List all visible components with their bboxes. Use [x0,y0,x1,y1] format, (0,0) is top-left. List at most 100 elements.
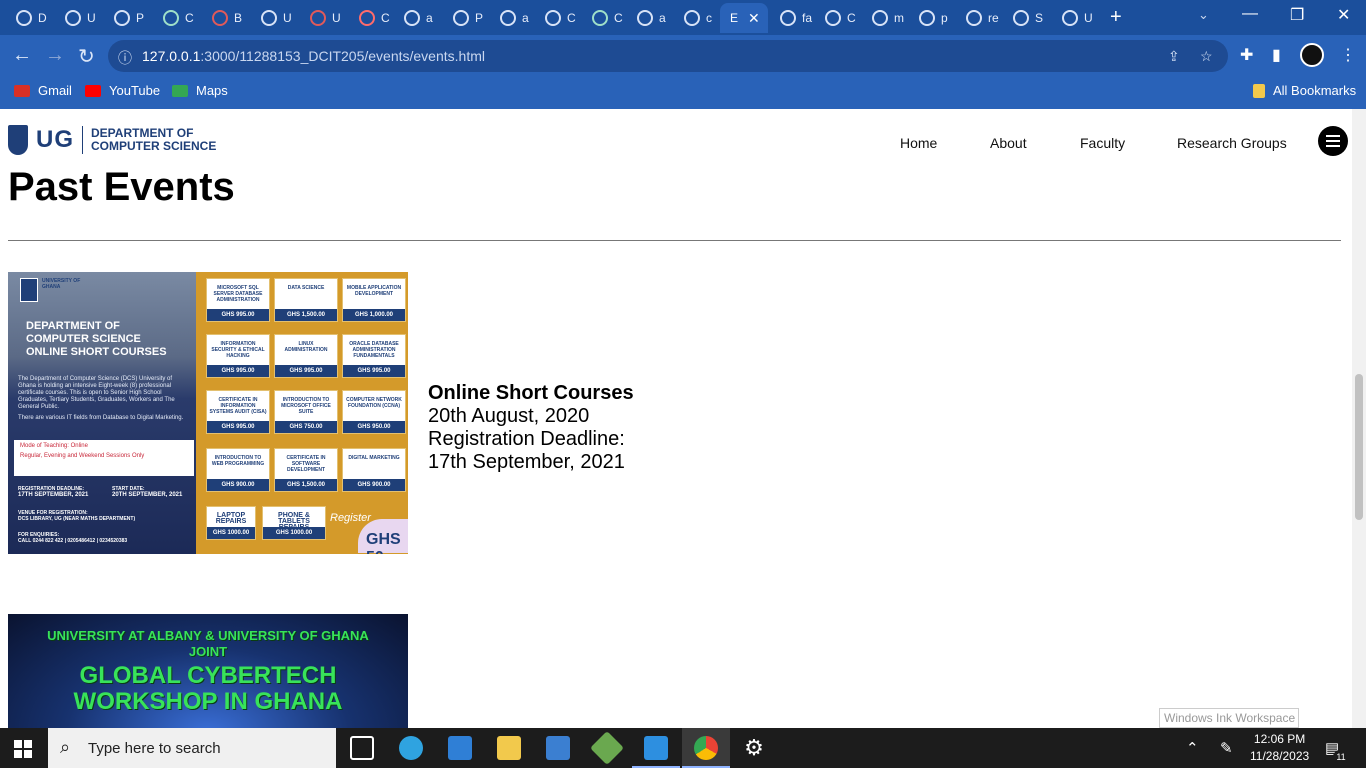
browser-tab[interactable]: U [300,3,345,33]
browser-tab[interactable]: a [394,3,439,33]
browser-tab[interactable]: re [956,3,1001,33]
browser-tab[interactable]: C [582,3,627,33]
browser-tab[interactable]: S [1003,3,1048,33]
tab-search-chevron-icon[interactable]: ⌄ [1198,7,1209,23]
page-viewport: UG DEPARTMENT OF COMPUTER SCIENCE Home A… [0,109,1352,728]
page-scrollbar[interactable] [1352,109,1366,728]
extensions-puzzle-icon[interactable]: ✚ [1240,45,1253,65]
task-view-icon[interactable] [350,736,374,760]
nav-home[interactable]: Home [900,135,937,151]
event-poster-short-courses: UNIVERSITY OF GHANA DEPARTMENT OF COMPUT… [8,272,408,554]
chrome-icon[interactable] [682,736,730,768]
all-bookmarks[interactable]: All Bookmarks [1253,83,1356,98]
show-hidden-icons-chevron-icon[interactable]: ⌃ [1186,739,1199,757]
tab-favicon-icon [592,10,608,26]
browser-tab[interactable]: U [251,3,296,33]
browser-tab[interactable]: U [55,3,100,33]
bookmark-gmail[interactable]: Gmail [14,83,72,98]
browser-tab[interactable]: C [535,3,580,33]
poster-body-text: The Department of Computer Science (DCS)… [18,376,175,410]
scrollbar-thumb[interactable] [1355,374,1363,520]
browser-tab[interactable]: a [490,3,535,33]
nav-about[interactable]: About [990,135,1027,151]
hamburger-menu-icon[interactable] [1318,126,1348,156]
course-price: GHS 900.00 [343,479,405,491]
windows-start-icon[interactable] [14,740,32,758]
poster-start-date: START DATE: 20TH SEPTEMBER, 2021 [112,486,196,498]
browser-tab[interactable]: a [627,3,672,33]
tab-title: U [87,11,96,25]
event-poster-cybertech: UNIVERSITY AT ALBANY & UNIVERSITY OF GHA… [8,614,408,728]
bookmark-label: Maps [196,83,228,98]
browser-tab[interactable]: C [153,3,198,33]
tab-favicon-icon [545,10,561,26]
edge-icon[interactable] [399,736,423,760]
browser-tab[interactable]: B [202,3,247,33]
browser-tab[interactable]: m [862,3,907,33]
address-bar[interactable]: ⓘ 127.0.0.1:3000/11288153_DCIT205/events… [108,40,1228,72]
course-name: LAPTOP REPAIRS [215,512,247,525]
url-text[interactable]: 127.0.0.1:3000/11288153_DCIT205/events/e… [142,48,485,64]
event-details: Online Short Courses 20th August, 2020 R… [428,382,634,474]
restore-icon[interactable]: ❐ [1290,5,1304,25]
taskbar-search-box[interactable]: ⌕ Type here to search [48,728,336,768]
windows-ink-pen-icon[interactable]: ✎ [1220,739,1233,757]
browser-tab[interactable]: D [6,3,51,33]
more-menu-icon[interactable]: ⋮ [1340,45,1356,65]
tab-favicon-icon [163,10,179,26]
minimize-icon[interactable]: — [1242,5,1258,23]
settings-gear-icon[interactable]: ⚙ [742,736,766,760]
system-clock[interactable]: 12:06 PM 11/28/2023 [1250,731,1309,765]
poster-body: The Department of Computer Science (DCS)… [18,376,190,422]
new-tab-plus-icon[interactable]: + [1110,6,1122,29]
bookmark-label: Gmail [38,83,72,98]
bookmark-star-icon[interactable]: ☆ [1200,48,1213,65]
poster-register-text: Register [330,512,371,524]
browser-tab[interactable]: C [815,3,860,33]
browser-tab[interactable]: U [1052,3,1097,33]
browser-tab[interactable]: C [349,3,394,33]
tab-favicon-icon [212,10,228,26]
share-icon[interactable]: ⇪ [1168,48,1180,65]
tab-favicon-icon [872,10,888,26]
forward-arrow-icon[interactable]: → [45,44,65,67]
mail-icon[interactable] [448,736,472,760]
tab-favicon-icon [780,10,796,26]
site-info-icon[interactable]: ⓘ [118,48,132,68]
browser-tab[interactable]: c [674,3,719,33]
tab-title: C [185,11,194,25]
tab-title: D [38,11,47,25]
course-name: DIGITAL MARKETING [348,455,400,461]
browser-tab-bar: D U P C B U U Ca Pa C Ca c E ✕ fa Cm p re S U [0,0,1366,35]
price-badge-text: GHS 50 [366,531,401,554]
tab-title: C [847,11,856,25]
bookmark-maps[interactable]: Maps [172,83,228,98]
reload-icon[interactable]: ↻ [78,44,95,69]
browser-tab[interactable]: p [909,3,954,33]
poster-reg-deadline: REGISTRATION DEADLINE: 17TH SEPTEMBER, 2… [18,486,108,498]
file-explorer-icon[interactable] [497,736,521,760]
browser-tab[interactable]: E ✕ [720,3,768,33]
nav-faculty[interactable]: Faculty [1080,135,1125,151]
bookmark-youtube[interactable]: YouTube [85,83,160,98]
course-card: DATA SCIENCE GHS 1,500.00 [274,278,338,322]
tab-favicon-icon [404,10,420,26]
course-card: ORACLE DATABASE ADMINISTRATION FUNDAMENT… [342,334,406,378]
store-icon[interactable] [546,736,570,760]
course-price: GHS 1000.00 [207,527,255,539]
profile-avatar[interactable] [1300,43,1324,67]
browser-tab[interactable]: fa [770,3,815,33]
vscode-icon[interactable] [632,736,680,768]
close-window-icon[interactable]: ✕ [1337,5,1350,25]
course-card: LINUX ADMINISTRATION GHS 995.00 [274,334,338,378]
course-card: MOBILE APPLICATION DEVELOPMENT GHS 1,000.… [342,278,406,322]
nav-research-groups[interactable]: Research Groups [1177,135,1287,151]
git-icon[interactable] [590,731,624,765]
side-panel-icon[interactable]: ▮ [1272,45,1281,65]
browser-tab[interactable]: P [104,3,149,33]
poster-venue-value: DCS LIBRARY, UG (NEAR MATHS DEPARTMENT) [18,516,136,522]
close-tab-icon[interactable]: ✕ [748,10,760,27]
back-arrow-icon[interactable]: ← [12,44,32,67]
browser-tab[interactable]: P [443,3,488,33]
poster-university: UNIVERSITY OF GHANA [42,278,81,290]
